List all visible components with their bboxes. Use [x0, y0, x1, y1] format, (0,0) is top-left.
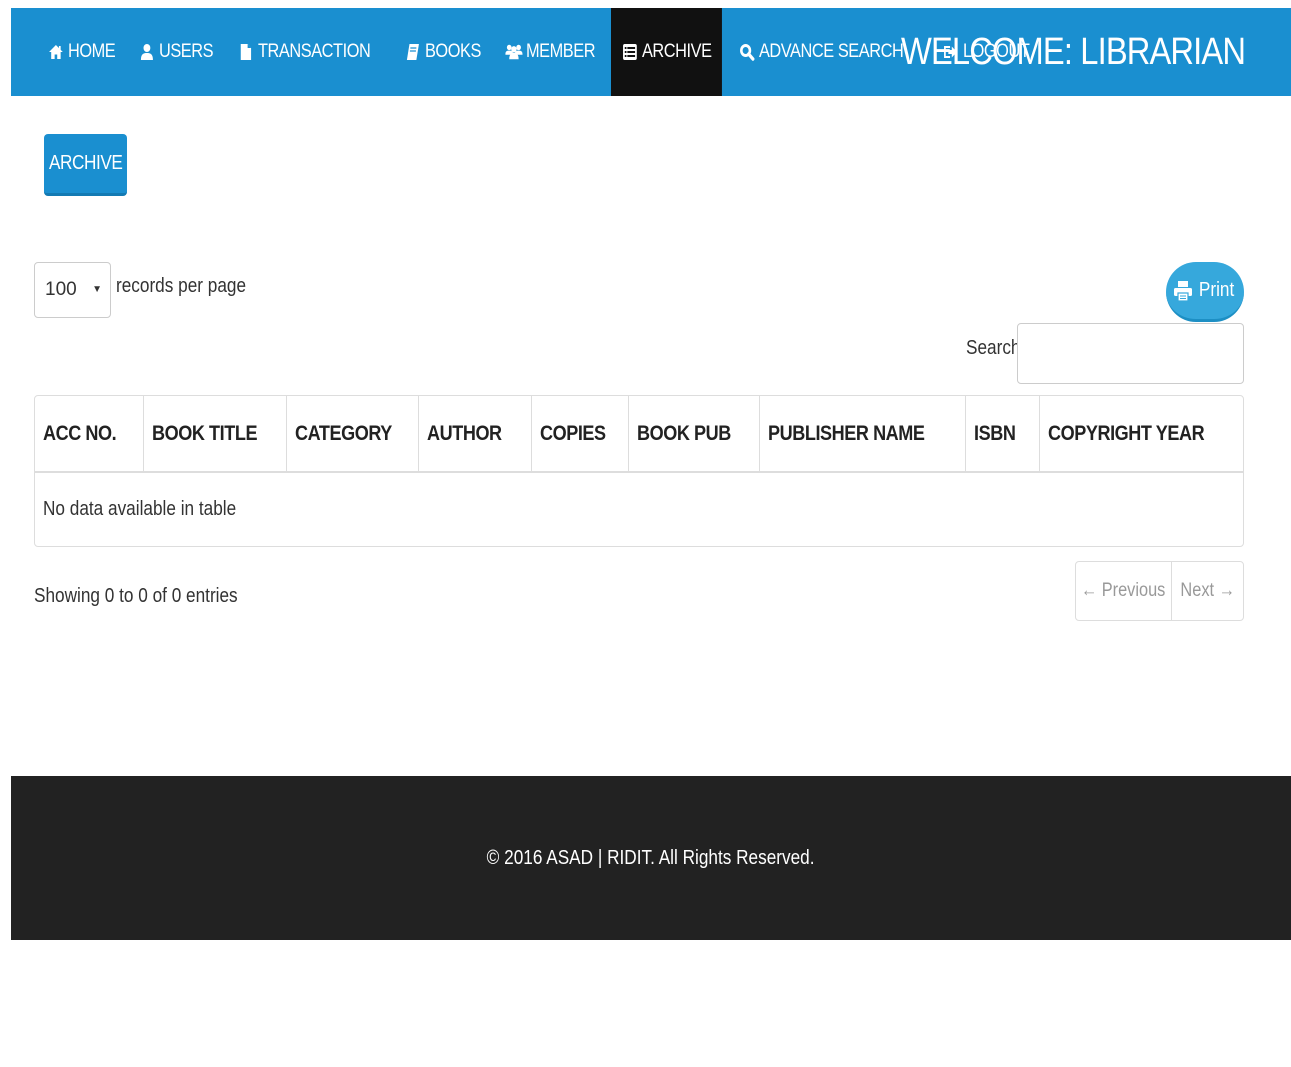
nav-item-transaction[interactable]: TRANSACTION	[227, 8, 381, 96]
column-header-category[interactable]: CATEGORY	[286, 396, 419, 473]
copyright-text: © 2016 ASAD | RIDIT. All Rights Reserved…	[487, 846, 815, 869]
welcome-text: WELCOME: LIBRARIAN	[900, 30, 1246, 73]
column-header-book-pub[interactable]: BOOK PUB	[628, 396, 760, 473]
previous-page-button[interactable]: ← Previous	[1076, 562, 1172, 620]
column-header-acc-no[interactable]: ACC NO.	[35, 396, 144, 473]
column-header-copyright-year[interactable]: COPYRIGHT YEAR	[1039, 396, 1243, 473]
file-icon	[237, 42, 254, 62]
book-icon	[404, 42, 421, 62]
nav-item-label: ADVANCE SEARCH	[759, 41, 904, 62]
list-icon	[621, 42, 638, 62]
records-per-page-value: 100	[45, 279, 77, 300]
nav-item-label: TRANSACTION	[257, 41, 371, 62]
column-header-isbn[interactable]: ISBN	[965, 396, 1040, 473]
home-icon	[47, 42, 64, 62]
table-row: No data available in table	[35, 472, 1243, 546]
nav-item-archive[interactable]: ARCHIVE	[611, 8, 723, 96]
column-header-author[interactable]: AUTHOR	[418, 396, 532, 473]
users-icon	[505, 42, 523, 62]
nav-item-books[interactable]: BOOKS	[394, 8, 491, 96]
top-navbar: HOME USERS TRANSACTION BOOKS MEMBER ARCH…	[11, 8, 1291, 96]
archive-button-label: ARCHIVE	[48, 152, 123, 174]
nav-item-label: ARCHIVE	[642, 41, 712, 62]
user-icon	[138, 42, 155, 62]
entries-info: Showing 0 to 0 of 0 entries	[34, 585, 238, 607]
nav-menu: HOME USERS TRANSACTION BOOKS MEMBER ARCH…	[11, 8, 1045, 96]
print-button[interactable]: Print	[1166, 262, 1244, 322]
page-footer: © 2016 ASAD | RIDIT. All Rights Reserved…	[11, 776, 1291, 940]
column-header-book-title[interactable]: BOOK TITLE	[143, 396, 287, 473]
nav-item-label: BOOKS	[424, 41, 481, 62]
pagination: ← Previous Next →	[1075, 561, 1244, 621]
printer-icon	[1172, 280, 1194, 302]
search-icon	[738, 42, 755, 62]
nav-item-users[interactable]: USERS	[128, 8, 223, 96]
nav-item-advance-search[interactable]: ADVANCE SEARCH	[728, 8, 914, 96]
records-per-page-select[interactable]: 100 ▼	[34, 262, 111, 318]
archive-button[interactable]: ARCHIVE	[44, 134, 127, 196]
nav-item-member[interactable]: MEMBER	[495, 8, 605, 96]
records-per-page-label: records per page	[116, 275, 247, 297]
column-header-publisher-name[interactable]: PUBLISHER NAME	[759, 396, 966, 473]
table-header-row: ACC NO. BOOK TITLE CATEGORY AUTHOR COPIE…	[35, 396, 1243, 473]
column-header-copies[interactable]: COPIES	[531, 396, 629, 473]
empty-table-message: No data available in table	[43, 498, 237, 520]
nav-item-home[interactable]: HOME	[37, 8, 126, 96]
archive-table: ACC NO. BOOK TITLE CATEGORY AUTHOR COPIE…	[34, 395, 1244, 547]
print-button-label: Print	[1199, 279, 1235, 301]
search-input[interactable]	[1017, 323, 1244, 384]
next-page-button[interactable]: Next →	[1172, 562, 1243, 620]
nav-item-label: USERS	[158, 41, 214, 62]
caret-down-icon: ▼	[92, 284, 102, 295]
nav-item-label: MEMBER	[525, 41, 596, 62]
nav-item-label: HOME	[67, 41, 116, 62]
